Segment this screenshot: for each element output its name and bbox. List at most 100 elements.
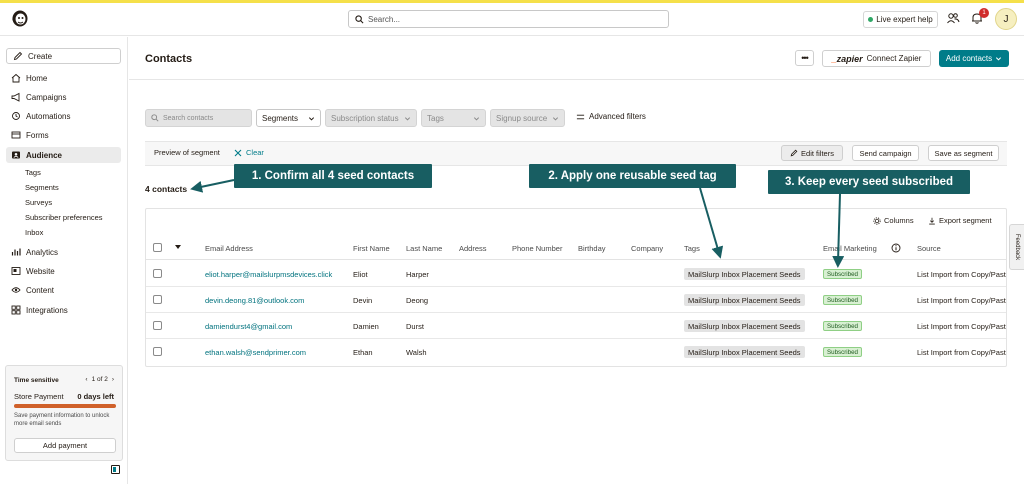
mailchimp-logo-icon[interactable]: [10, 8, 30, 28]
row-first-name: Ethan: [353, 348, 373, 357]
header-phone-number[interactable]: Phone Number: [512, 244, 562, 253]
header-email-marketing[interactable]: Email Marketing: [823, 244, 877, 253]
sidebar-item-forms[interactable]: Forms: [6, 127, 121, 143]
people-icon[interactable]: [946, 11, 960, 25]
user-avatar[interactable]: J: [995, 8, 1017, 30]
sidebar-item-integrations[interactable]: Integrations: [6, 302, 121, 318]
time-sensitive-card: Time sensitive ‹ 1 of 2 › Store Payment …: [5, 365, 123, 461]
connect-zapier-button[interactable]: _zapier Connect Zapier: [822, 50, 931, 67]
sidebar-item-label: Content: [26, 285, 55, 295]
gear-icon: [873, 216, 881, 225]
chevron-right-icon[interactable]: ›: [112, 376, 114, 383]
sidebar-item-label: Website: [26, 266, 55, 276]
sidebar-item-audience[interactable]: Audience: [6, 147, 121, 163]
sidebar-item-website[interactable]: Website: [6, 263, 121, 279]
days-left: 0 days left: [77, 392, 114, 401]
sidebar-item-label: Campaigns: [26, 92, 67, 102]
row-source: List Import from Copy/Paste: [917, 322, 1006, 331]
row-email[interactable]: devin.deong.81@outlook.com: [205, 296, 304, 305]
download-icon: [929, 217, 935, 224]
feedback-tab[interactable]: Feedback: [1009, 224, 1024, 270]
select-all-checkbox[interactable]: [153, 243, 162, 252]
table-header-row: [146, 236, 1006, 260]
row-source: List Import from Copy/Paste: [917, 270, 1006, 279]
row-first-name: Eliot: [353, 270, 368, 279]
row-checkbox[interactable]: [153, 269, 162, 278]
collapse-sidebar-icon[interactable]: [111, 465, 120, 474]
sidebar-sub-surveys[interactable]: Surveys: [25, 195, 52, 209]
row-email[interactable]: damiendurst4@gmail.com: [205, 322, 292, 331]
row-status-badge: Subscribed: [823, 269, 862, 279]
caret-down-icon[interactable]: [175, 245, 181, 250]
integrations-icon: [11, 305, 21, 315]
time-sensitive-label: Time sensitive: [14, 377, 59, 384]
sidebar-item-home[interactable]: Home: [6, 70, 121, 86]
header-first-name[interactable]: First Name: [353, 244, 390, 253]
close-icon: [234, 149, 242, 156]
row-email[interactable]: ethan.walsh@sendprimer.com: [205, 348, 306, 357]
row-checkbox[interactable]: [153, 347, 162, 356]
header-birthday[interactable]: Birthday: [578, 244, 606, 253]
sidebar-item-campaigns[interactable]: Campaigns: [6, 89, 121, 105]
row-tag-pill[interactable]: MailSlurp Inbox Placement Seeds: [684, 294, 805, 306]
chevron-down-icon: [996, 57, 1002, 61]
global-search[interactable]: [348, 10, 669, 28]
sidebar-sub-inbox[interactable]: Inbox: [25, 225, 43, 239]
create-button[interactable]: Create: [6, 48, 121, 64]
sidebar-item-automations[interactable]: Automations: [6, 108, 121, 124]
tags-dropdown[interactable]: Tags: [421, 109, 486, 127]
row-last-name: Walsh: [406, 348, 427, 357]
export-segment-button[interactable]: Export segment: [928, 216, 992, 225]
online-status-icon: [868, 17, 874, 22]
search-contacts-field[interactable]: Search contacts: [145, 109, 252, 127]
header-tags[interactable]: Tags: [684, 244, 700, 253]
row-tag-pill[interactable]: MailSlurp Inbox Placement Seeds: [684, 320, 805, 332]
live-expert-help-button[interactable]: Live expert help: [863, 11, 938, 28]
row-tag-pill[interactable]: MailSlurp Inbox Placement Seeds: [684, 346, 805, 358]
connect-zapier-label: Connect Zapier: [866, 54, 922, 63]
sidebar-item-label: Automations: [26, 111, 71, 121]
pager-text: 1 of 2: [91, 376, 108, 383]
edit-filters-button[interactable]: Edit filters: [781, 145, 843, 161]
arrow-to-contacts-count: [190, 179, 235, 193]
chevron-left-icon[interactable]: ‹: [85, 376, 87, 383]
time-sensitive-pager: ‹ 1 of 2 ›: [85, 376, 114, 383]
advanced-filters-button[interactable]: Advanced filters: [576, 112, 646, 121]
info-icon[interactable]: [891, 243, 901, 253]
row-checkbox[interactable]: [153, 295, 162, 304]
more-options-button[interactable]: •••: [795, 50, 814, 66]
sidebar-sub-subscriber-preferences[interactable]: Subscriber preferences: [25, 210, 103, 224]
sidebar-item-analytics[interactable]: Analytics: [6, 244, 121, 260]
sidebar-sub-tags[interactable]: Tags: [25, 165, 41, 179]
add-contacts-button[interactable]: Add contacts: [939, 50, 1009, 67]
send-campaign-button[interactable]: Send campaign: [852, 145, 919, 161]
header-source[interactable]: Source: [917, 244, 941, 253]
sidebar-sub-segments[interactable]: Segments: [25, 180, 59, 194]
header-address[interactable]: Address: [459, 244, 487, 253]
clear-segment-button[interactable]: Clear: [234, 148, 264, 157]
sidebar-item-label: Home: [26, 73, 48, 83]
sidebar-item-content[interactable]: Content: [6, 282, 121, 298]
megaphone-icon: [11, 92, 20, 102]
row-email[interactable]: eliot.harper@mailslurpmsdevices.click: [205, 270, 332, 279]
zapier-logo: _zapier: [831, 53, 863, 64]
filter-sliders-icon: [576, 114, 585, 119]
row-checkbox[interactable]: [153, 321, 162, 330]
header-email-address[interactable]: Email Address: [205, 244, 253, 253]
add-payment-button[interactable]: Add payment: [14, 438, 116, 453]
row-tag-pill[interactable]: MailSlurp Inbox Placement Seeds: [684, 268, 805, 280]
header-last-name[interactable]: Last Name: [406, 244, 442, 253]
segments-label: Segments: [262, 113, 299, 123]
live-expert-help-label: Live expert help: [876, 15, 933, 24]
notification-badge: 1: [979, 8, 989, 18]
subscription-status-dropdown[interactable]: Subscription status: [325, 109, 417, 127]
save-as-segment-button[interactable]: Save as segment: [928, 145, 999, 161]
chevron-down-icon: [308, 116, 315, 120]
pencil-icon: [790, 149, 798, 157]
global-search-input[interactable]: [368, 14, 648, 24]
segments-dropdown[interactable]: Segments: [256, 109, 321, 127]
columns-button[interactable]: Columns: [873, 216, 914, 225]
header-company[interactable]: Company: [631, 244, 663, 253]
signup-source-dropdown[interactable]: Signup source: [490, 109, 565, 127]
sidebar-item-label: Analytics: [26, 247, 59, 257]
